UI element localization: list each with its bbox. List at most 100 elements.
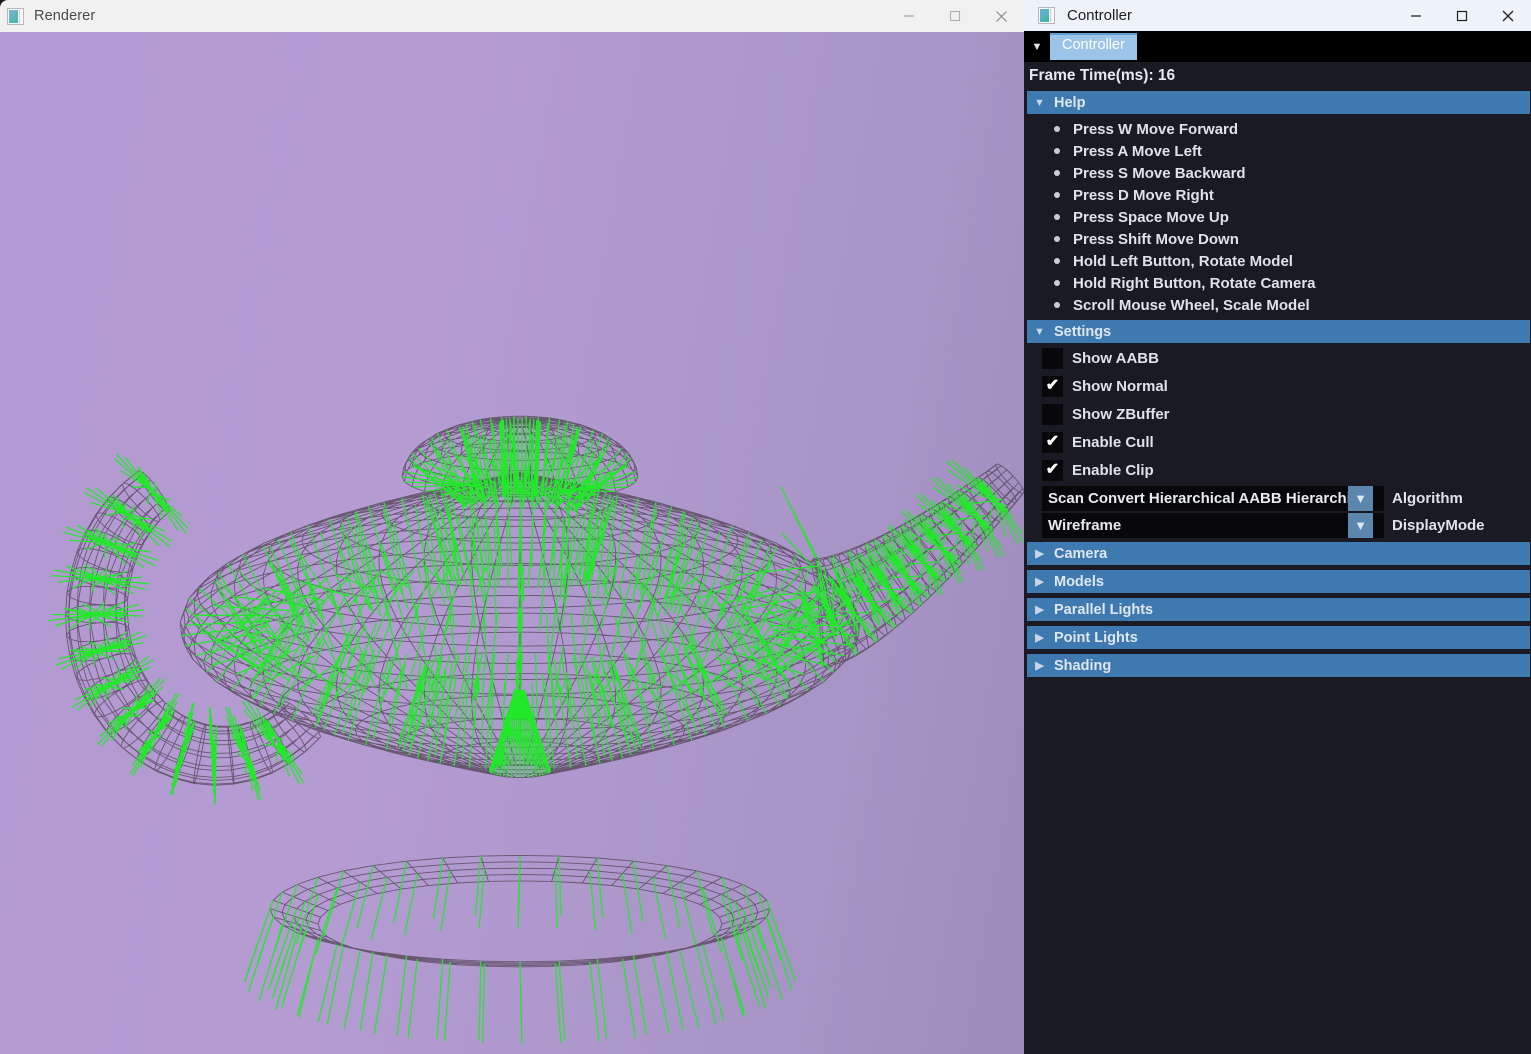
chevron-down-icon[interactable]: ▼ <box>1026 41 1048 53</box>
minimize-icon[interactable] <box>1393 0 1439 32</box>
list-item: Press S Move Backward <box>1024 162 1531 184</box>
checkbox-enable-clip[interactable]: ✔ <box>1042 459 1063 481</box>
help-text: Press A Move Left <box>1073 142 1202 160</box>
checkbox-row-show-normal[interactable]: ✔ Show Normal <box>1024 372 1531 400</box>
section-label-shading: Shading <box>1054 657 1112 674</box>
algorithm-value: Scan Convert Hierarchical AABB Hierarchi… <box>1048 489 1348 507</box>
help-text: Press Shift Move Down <box>1073 230 1239 248</box>
app-icon <box>1038 7 1055 24</box>
controller-tabstrip: ▼ Controller <box>1024 31 1531 63</box>
list-item: Press Shift Move Down <box>1024 228 1531 250</box>
help-text: Hold Left Button, Rotate Model <box>1073 252 1293 270</box>
tab-controller[interactable]: Controller <box>1050 33 1137 60</box>
check-mark-icon: ✔ <box>1045 433 1060 450</box>
chevron-down-icon: ▼ <box>1034 325 1045 338</box>
close-icon[interactable] <box>978 0 1024 32</box>
help-list: Press W Move Forward Press A Move Left P… <box>1024 118 1531 316</box>
chevron-right-icon: ▶ <box>1035 604 1044 616</box>
checkbox-row-show-zbuffer[interactable]: Show ZBuffer <box>1024 400 1531 428</box>
minimize-icon[interactable] <box>886 0 932 32</box>
bullet-icon <box>1054 192 1060 198</box>
help-text: Hold Right Button, Rotate Camera <box>1073 274 1316 292</box>
renderer-window-title: Renderer <box>34 8 96 24</box>
checkbox-row-enable-clip[interactable]: ✔ Enable Clip <box>1024 456 1531 484</box>
section-header-models[interactable]: ▶ Models <box>1027 570 1530 593</box>
checkbox-show-aabb[interactable] <box>1042 347 1063 369</box>
chevron-right-icon: ▶ <box>1035 632 1044 644</box>
chevron-right-icon: ▶ <box>1035 660 1044 672</box>
section-header-parallel-lights[interactable]: ▶ Parallel Lights <box>1027 598 1530 621</box>
section-header-shading[interactable]: ▶ Shading <box>1027 654 1530 677</box>
controller-window-controls <box>1393 0 1531 32</box>
bullet-icon <box>1054 170 1060 176</box>
checkbox-enable-cull[interactable]: ✔ <box>1042 431 1063 453</box>
displaymode-label: DisplayMode <box>1392 516 1485 534</box>
section-label-settings: Settings <box>1054 323 1112 340</box>
app-icon <box>7 7 24 25</box>
checkbox-row-enable-cull[interactable]: ✔ Enable Cull <box>1024 428 1531 456</box>
close-icon[interactable] <box>1485 0 1531 32</box>
combo-row-algorithm: Scan Convert Hierarchical AABB Hierarchi… <box>1042 485 1531 511</box>
teapot-wireframe <box>48 415 1024 1044</box>
bullet-icon <box>1054 258 1060 264</box>
chevron-down-icon[interactable]: ▼ <box>1348 512 1373 538</box>
section-label-models: Models <box>1054 573 1104 590</box>
maximize-icon[interactable] <box>1439 0 1485 32</box>
list-item: Scroll Mouse Wheel, Scale Model <box>1024 294 1531 316</box>
checkbox-row-show-aabb[interactable]: Show AABB <box>1024 344 1531 372</box>
controller-titlebar: Controller <box>1024 0 1531 31</box>
help-text: Press W Move Forward <box>1073 120 1239 138</box>
list-item: Hold Left Button, Rotate Model <box>1024 250 1531 272</box>
help-text: Scroll Mouse Wheel, Scale Model <box>1073 296 1310 314</box>
displaymode-select[interactable]: Wireframe ▼ <box>1042 512 1384 538</box>
renderer-titlebar: Renderer <box>0 0 1024 32</box>
help-text: Press S Move Backward <box>1073 164 1246 182</box>
bullet-icon <box>1054 126 1060 132</box>
controller-window: Controller ▼ Controller Frame Time(ms): … <box>1024 0 1531 1054</box>
chevron-right-icon: ▶ <box>1035 548 1044 560</box>
section-header-point-lights[interactable]: ▶ Point Lights <box>1027 626 1530 649</box>
list-item: Hold Right Button, Rotate Camera <box>1024 272 1531 294</box>
bullet-icon <box>1054 148 1060 154</box>
controller-window-title: Controller <box>1067 7 1133 24</box>
renderer-window-controls <box>886 0 1024 32</box>
section-label-camera: Camera <box>1054 545 1108 562</box>
app-root: Renderer Controller ▼ Controller Frame T… <box>0 0 1531 1054</box>
list-item: Press Space Move Up <box>1024 206 1531 228</box>
checkbox-label: Show Normal <box>1072 377 1168 395</box>
displaymode-value: Wireframe <box>1048 516 1122 534</box>
section-label-parallel-lights: Parallel Lights <box>1054 601 1154 618</box>
checkbox-show-normal[interactable]: ✔ <box>1042 375 1063 397</box>
chevron-down-icon[interactable]: ▼ <box>1348 485 1373 511</box>
checkbox-label: Show AABB <box>1072 349 1159 367</box>
frame-time-label: Frame Time(ms): 16 <box>1029 67 1176 84</box>
section-label-help: Help <box>1054 94 1086 111</box>
checkbox-label: Enable Cull <box>1072 433 1154 451</box>
checkbox-show-zbuffer[interactable] <box>1042 403 1063 425</box>
bullet-icon <box>1054 280 1060 286</box>
renderer-window: Renderer <box>0 0 1024 1054</box>
help-text: Press D Move Right <box>1073 186 1214 204</box>
render-viewport[interactable] <box>0 32 1024 1054</box>
bullet-icon <box>1054 302 1060 308</box>
list-item: Press W Move Forward <box>1024 118 1531 140</box>
check-mark-icon: ✔ <box>1045 461 1060 478</box>
section-header-settings[interactable]: ▼ Settings <box>1027 320 1530 343</box>
section-label-point-lights: Point Lights <box>1054 629 1138 646</box>
checkbox-label: Enable Clip <box>1072 461 1154 479</box>
checkbox-label: Show ZBuffer <box>1072 405 1170 423</box>
maximize-icon[interactable] <box>932 0 978 32</box>
combo-row-displaymode: Wireframe ▼ DisplayMode <box>1042 512 1531 538</box>
section-header-camera[interactable]: ▶ Camera <box>1027 542 1530 565</box>
help-text: Press Space Move Up <box>1073 208 1229 226</box>
bullet-icon <box>1054 214 1060 220</box>
chevron-down-icon: ▼ <box>1034 96 1045 109</box>
list-item: Press A Move Left <box>1024 140 1531 162</box>
algorithm-select[interactable]: Scan Convert Hierarchical AABB Hierarchi… <box>1042 485 1384 511</box>
controller-panel-body: Frame Time(ms): 16 ▼ Help Press W Move F… <box>1024 62 1531 1054</box>
algorithm-label: Algorithm <box>1392 489 1463 507</box>
bullet-icon <box>1054 236 1060 242</box>
chevron-right-icon: ▶ <box>1035 576 1044 588</box>
list-item: Press D Move Right <box>1024 184 1531 206</box>
section-header-help[interactable]: ▼ Help <box>1027 91 1530 114</box>
